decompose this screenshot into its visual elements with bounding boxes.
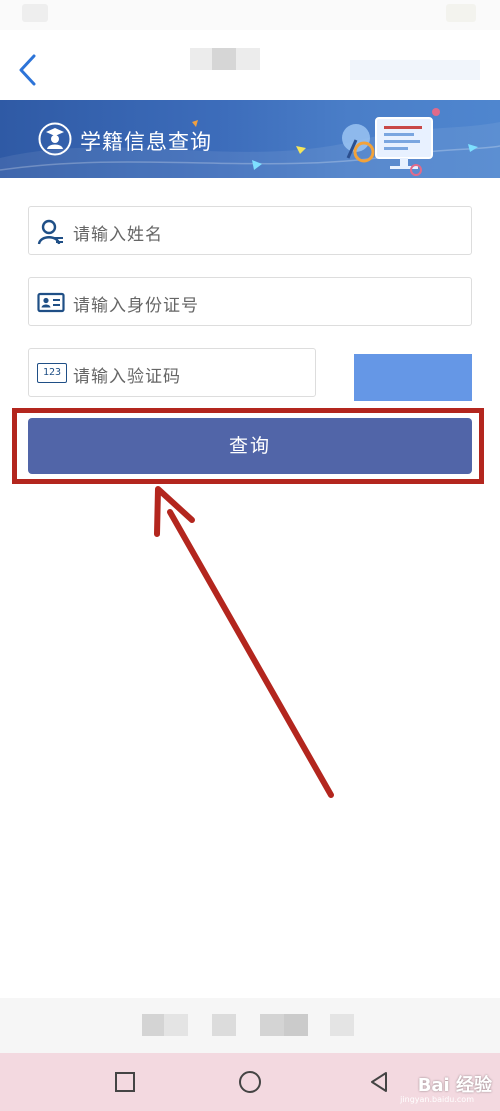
back-nav-button[interactable] xyxy=(366,1069,392,1095)
verification-code-field[interactable]: 123 请输入验证码 xyxy=(28,348,316,397)
graduate-icon xyxy=(38,122,72,156)
bottom-blurred-bar xyxy=(0,998,500,1053)
banner-title: 学籍信息查询 xyxy=(80,130,212,154)
home-button[interactable] xyxy=(237,1069,263,1095)
blurred-text xyxy=(330,1014,354,1036)
name-field[interactable]: 请输入姓名 xyxy=(28,206,472,255)
system-nav-bar: Bai 经验 jingyan.baidu.com xyxy=(0,1053,500,1111)
blurred-text xyxy=(142,1014,164,1036)
back-button[interactable] xyxy=(14,52,44,88)
status-bar xyxy=(0,0,500,30)
page-title-blur xyxy=(212,48,236,70)
id-number-field[interactable]: 请输入身份证号 xyxy=(28,277,472,326)
status-blur-right xyxy=(446,4,476,22)
triangle-back-icon xyxy=(371,1072,387,1092)
recent-apps-button[interactable] xyxy=(112,1069,138,1095)
person-icon xyxy=(37,219,63,245)
name-placeholder: 请输入姓名 xyxy=(73,225,163,245)
watermark-url: jingyan.baidu.com xyxy=(400,1095,474,1104)
banner-decoration xyxy=(0,108,500,178)
circle-icon xyxy=(239,1071,261,1093)
page-title-blur xyxy=(236,48,260,70)
blurred-text xyxy=(164,1014,188,1036)
top-right-blur xyxy=(350,60,480,80)
id-card-icon xyxy=(37,292,65,313)
blurred-text xyxy=(284,1014,308,1036)
square-icon xyxy=(115,1072,135,1092)
top-nav xyxy=(0,30,500,100)
id-number-placeholder: 请输入身份证号 xyxy=(73,296,199,316)
query-button[interactable]: 查询 xyxy=(28,418,472,474)
chevron-left-icon xyxy=(19,54,36,86)
header-banner: 学籍信息查询 xyxy=(0,100,500,178)
page-title-blur xyxy=(190,48,212,70)
baidu-watermark: Bai 经验 xyxy=(417,1075,492,1096)
blurred-text xyxy=(260,1014,284,1036)
number-code-icon: 123 xyxy=(37,363,67,383)
captcha-image[interactable] xyxy=(354,354,472,401)
verification-code-placeholder: 请输入验证码 xyxy=(73,367,181,387)
status-blur-left xyxy=(22,4,48,22)
blurred-text xyxy=(212,1014,236,1036)
